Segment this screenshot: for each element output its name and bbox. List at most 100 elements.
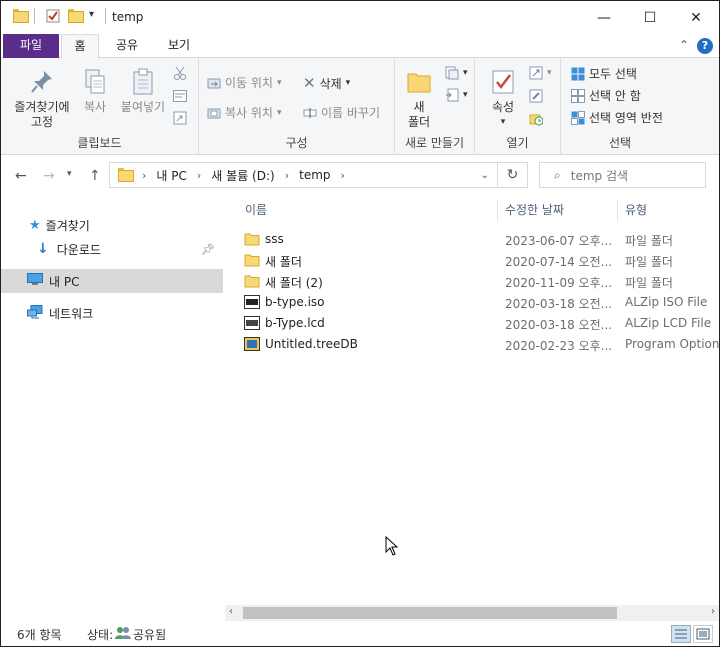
clipboard-group-label: 클립보드: [77, 136, 122, 150]
recent-locations-icon[interactable]: ▾: [67, 169, 72, 179]
properties-quick-icon[interactable]: [46, 9, 60, 23]
refresh-icon[interactable]: ↻: [498, 162, 528, 188]
nav-item-this-pc[interactable]: 내 PC: [1, 269, 223, 293]
file-list: ⌃ 이름 수정한 날짜 유형 sss 2023-06-07 오후... 파일 폴더 새…: [225, 197, 719, 605]
file-modified: 2020-03-18 오전...: [505, 318, 613, 332]
large-icons-view-icon[interactable]: [693, 625, 713, 643]
invert-selection-button[interactable]: 선택 영역 반전: [571, 109, 663, 126]
customize-qa-icon[interactable]: ▾: [89, 9, 94, 20]
invert-selection-label: 선택 영역 반전: [589, 111, 663, 125]
details-view-icon[interactable]: [671, 625, 691, 643]
table-row[interactable]: sss 2023-06-07 오후... 파일 폴더: [225, 229, 719, 250]
breadcrumb-separator-icon[interactable]: ›: [142, 169, 146, 182]
scroll-right-icon[interactable]: ›: [711, 606, 715, 617]
network-icon: [27, 304, 43, 322]
column-separator[interactable]: [497, 199, 498, 221]
status-label: 상태:: [87, 628, 114, 642]
new-item-button[interactable]: ▾: [445, 66, 468, 80]
breadcrumb-separator-icon[interactable]: ›: [197, 169, 201, 182]
pin-to-quick-access-button[interactable]: 즐겨찾기에 고정: [7, 68, 77, 130]
address-bar[interactable]: › 내 PC › 새 볼륨 (D:) › temp › ⌄: [109, 162, 498, 188]
easy-access-button[interactable]: ▾: [445, 88, 468, 102]
status-value: 공유됨: [133, 628, 167, 642]
table-row[interactable]: 새 폴더 (2) 2020-11-09 오후... 파일 폴더: [225, 271, 719, 292]
column-header-name[interactable]: 이름: [245, 197, 267, 223]
new-folder-button[interactable]: 새 폴더: [401, 68, 437, 130]
select-none-button[interactable]: 선택 안 함: [571, 87, 641, 104]
table-row[interactable]: Untitled.treeDB 2020-02-23 오후... Program O…: [225, 334, 719, 355]
move-to-button[interactable]: 이동 위치 ▾: [207, 74, 282, 91]
rename-label: 이름 바꾸기: [321, 106, 381, 120]
edit-button[interactable]: [529, 89, 543, 103]
breadcrumb-volume-d[interactable]: 새 볼륨 (D:): [211, 167, 274, 184]
maximize-button[interactable]: ☐: [627, 1, 673, 34]
file-type: Program Options: [625, 337, 719, 351]
forward-arrow-icon[interactable]: →: [43, 168, 55, 184]
invert-selection-icon: [571, 110, 585, 125]
column-header-modified[interactable]: 수정한 날짜: [505, 197, 564, 223]
delete-button[interactable]: ✕ 삭제 ▾: [303, 74, 350, 92]
horizontal-scrollbar[interactable]: ‹ ›: [225, 605, 719, 621]
status-bar: 6개 항목 상태: 공유됨: [1, 621, 719, 646]
new-folder-quick-icon[interactable]: [68, 9, 84, 23]
paste-button[interactable]: 붙여넣기: [115, 68, 171, 115]
tab-file[interactable]: 파일: [3, 34, 59, 58]
rename-button[interactable]: 이름 바꾸기: [303, 104, 380, 121]
close-button[interactable]: ✕: [673, 1, 719, 34]
paste-shortcut-icon[interactable]: [173, 111, 187, 125]
breadcrumb-this-pc[interactable]: 내 PC: [156, 167, 186, 184]
scroll-left-icon[interactable]: ‹: [229, 606, 233, 617]
tab-share[interactable]: 공유: [105, 34, 149, 58]
move-to-label: 이동 위치: [225, 76, 273, 90]
explorer-window: ▾ temp — ☐ ✕ 파일 홈 공유 보기 ⌃ ? 즐겨찾기에 고정 복사 …: [0, 0, 720, 647]
minimize-button[interactable]: —: [581, 1, 627, 34]
file-modified: 2020-02-23 오후...: [505, 339, 613, 353]
navigation-pane: ★ 즐겨찾기 ↓ 다운로드 📌︎ 내 PC 네트워크: [1, 197, 225, 617]
copy-to-chevron-icon: ▾: [276, 107, 282, 118]
address-history-chevron-icon[interactable]: ⌄: [481, 170, 489, 181]
properties-button[interactable]: 속성 ▾: [483, 68, 523, 130]
copy-to-button[interactable]: 복사 위치 ▾: [207, 104, 282, 121]
file-name: 새 폴더: [265, 255, 302, 269]
help-icon[interactable]: ?: [697, 38, 713, 54]
computer-icon: [27, 273, 43, 289]
back-arrow-icon[interactable]: ←: [15, 168, 27, 184]
table-row[interactable]: 새 폴더 2020-07-14 오전... 파일 폴더: [225, 250, 719, 271]
pin-icon: [29, 68, 55, 96]
table-row[interactable]: b-type.iso 2020-03-18 오전... ALZip ISO File: [225, 292, 719, 313]
scrollbar-thumb[interactable]: [243, 607, 617, 619]
table-row[interactable]: b-Type.lcd 2020-03-18 오전... ALZip LCD File: [225, 313, 719, 334]
shared-users-icon: [115, 626, 131, 642]
history-button[interactable]: [529, 112, 544, 126]
open-button[interactable]: ▾: [529, 66, 552, 80]
copy-button[interactable]: 복사: [77, 68, 113, 115]
move-to-icon: [207, 76, 221, 90]
mouse-cursor-icon: [385, 535, 399, 559]
new-item-icon: [445, 66, 459, 80]
clipboard-group: 즐겨찾기에 고정 복사 붙여넣기 클립보드: [1, 58, 199, 155]
column-separator[interactable]: [617, 199, 618, 221]
folder-icon: [244, 274, 260, 291]
copy-path-icon[interactable]: [173, 90, 187, 102]
file-modified: 2020-07-14 오전...: [505, 255, 613, 269]
ribbon-tabs: 파일 홈 공유 보기 ⌃ ?: [1, 34, 719, 59]
nav-label-this-pc: 내 PC: [49, 274, 80, 289]
tab-home[interactable]: 홈: [61, 34, 99, 59]
nav-item-network[interactable]: 네트워크: [1, 301, 223, 325]
open-icon: [529, 66, 543, 80]
column-header-type[interactable]: 유형: [625, 197, 647, 223]
search-input[interactable]: ⌕ temp 검색: [539, 162, 706, 188]
breadcrumb-separator-icon[interactable]: ›: [341, 169, 345, 182]
breadcrumb-temp[interactable]: temp: [299, 168, 330, 182]
open-group: 속성 ▾ ▾ 열기: [475, 58, 561, 155]
nav-item-quick-access[interactable]: ★ 즐겨찾기: [1, 213, 223, 237]
new-group: 새 폴더 ▾ ▾ 새로 만들기: [395, 58, 475, 155]
select-all-button[interactable]: 모두 선택: [571, 65, 637, 82]
title-bar: ▾ temp — ☐ ✕: [1, 1, 719, 34]
up-arrow-icon[interactable]: ↑: [89, 168, 101, 184]
expand-ribbon-icon[interactable]: ⌃: [679, 38, 689, 54]
cut-icon[interactable]: [173, 66, 187, 80]
breadcrumb-separator-icon[interactable]: ›: [285, 169, 289, 182]
nav-item-downloads[interactable]: ↓ 다운로드 📌︎: [1, 237, 223, 261]
tab-view[interactable]: 보기: [157, 34, 201, 58]
